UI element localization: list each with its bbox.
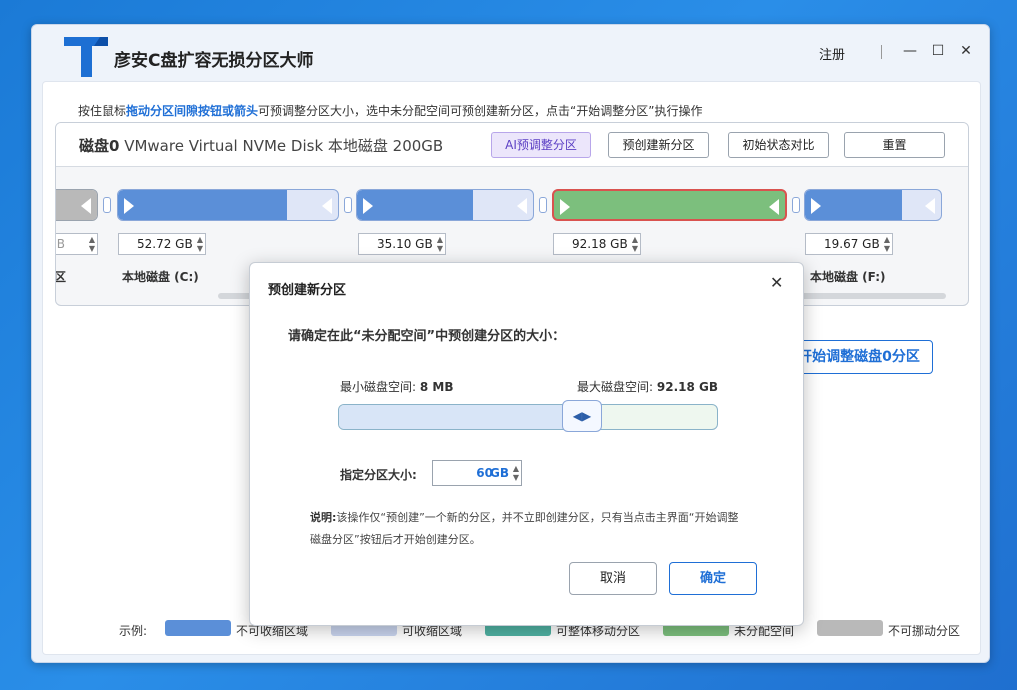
size-slider-handle[interactable]: ◀▶ — [562, 400, 602, 432]
partition-size-value: 92.18 GB — [572, 237, 628, 251]
shrink-right-arrow-icon[interactable] — [81, 198, 91, 214]
note-title: 说明: — [310, 511, 337, 524]
instruction-highlight: 拖动分区间隙按钮或箭头 — [126, 104, 259, 118]
unallocated-partition-bar[interactable] — [552, 189, 787, 221]
dialog-note: 说明:该操作仅“预创建”一个新的分区，并不立即创建分区，只有当点击主界面“开始调… — [310, 507, 740, 551]
shrink-left-arrow-icon[interactable] — [363, 198, 373, 214]
partition-fill — [118, 190, 288, 220]
ai-adjust-button[interactable]: AI预调整分区 — [491, 132, 591, 158]
min-space-caption: 最小磁盘空间: — [340, 380, 417, 394]
partition-label: 本地磁盘 (F:) — [810, 270, 886, 284]
dialog-close-icon[interactable]: ✕ — [770, 273, 783, 292]
disk-name: 磁盘0 VMware Virtual NVMe Disk 本地磁盘 200GB — [79, 135, 443, 156]
dialog-prompt: 请确定在此“未分配空间”中预创建分区的大小： — [288, 329, 566, 344]
partition-size-value: 19.67 GB — [824, 237, 880, 251]
instruction-suffix: 可预调整分区大小，选中未分配空间可预创建新分区，点击“开始调整分区”执行操作 — [258, 104, 703, 118]
size-slider-track[interactable] — [338, 404, 718, 430]
legend-swatch — [817, 620, 883, 636]
partition-size-input[interactable]: 60 GB ▲ ▼ — [432, 460, 522, 486]
partition-size-value: 0 MB — [56, 237, 66, 251]
partition-size-field[interactable]: 19.67 GB ▲ ▼ — [805, 233, 893, 255]
cancel-button[interactable]: 取消 — [569, 562, 657, 595]
partition-size-field[interactable]: 52.72 GB ▲ ▼ — [118, 233, 206, 255]
note-text: 该操作仅“预创建”一个新的分区，并不立即创建分区，只有当点击主界面“开始调整磁盘… — [310, 511, 739, 546]
partition-gap-handle[interactable] — [539, 197, 547, 213]
partition-bar[interactable] — [804, 189, 942, 221]
size-input-unit: GB — [490, 466, 509, 480]
partition-gap-handle[interactable] — [792, 197, 800, 213]
max-space-value: 92.18 GB — [656, 380, 719, 394]
close-button[interactable]: ✕ — [954, 39, 978, 63]
size-slider-fill — [339, 405, 585, 429]
legend-label: 不可挪动分区 — [888, 624, 961, 638]
shrink-left-arrow-icon[interactable] — [811, 198, 821, 214]
size-spinner-icon[interactable]: ▲ ▼ — [89, 235, 95, 253]
max-space-caption: 最大磁盘空间: — [577, 380, 654, 394]
legend-title: 示例: — [119, 624, 148, 638]
partition-size-field[interactable]: 92.18 GB ▲ ▼ — [553, 233, 641, 255]
reset-button[interactable]: 重置 — [844, 132, 945, 158]
partition-bar[interactable] — [356, 189, 534, 221]
min-space-value: 8 MB — [419, 380, 454, 394]
size-spinner-icon[interactable]: ▲ ▼ — [437, 235, 443, 253]
min-space-label: 最小磁盘空间: 8 MB — [340, 378, 454, 395]
partition-gap-handle[interactable] — [103, 197, 111, 213]
shrink-right-arrow-icon[interactable] — [322, 198, 332, 214]
slider-grip-icon: ◀▶ — [572, 409, 592, 423]
partition-size-value: 52.72 GB — [137, 237, 193, 251]
partition-label: 本地磁盘 (C:) — [122, 270, 199, 284]
precreate-partition-button[interactable]: 预创建新分区 — [608, 132, 709, 158]
shrink-left-arrow-icon[interactable] — [124, 198, 134, 214]
minimize-button[interactable]: — — [898, 39, 922, 63]
initial-compare-button[interactable]: 初始状态对比 — [728, 132, 829, 158]
partition-fill — [357, 190, 474, 220]
partition-bar[interactable] — [56, 189, 98, 221]
size-spinner-icon[interactable]: ▲ ▼ — [632, 235, 638, 253]
shrink-right-arrow-icon[interactable] — [769, 199, 779, 215]
shrink-left-arrow-icon[interactable] — [560, 199, 570, 215]
partition-size-value: 35.10 GB — [377, 237, 433, 251]
start-adjust-button[interactable]: 开始调整磁盘0分区 — [785, 340, 933, 374]
partition-size-field[interactable]: 35.10 GB ▲ ▼ — [358, 233, 446, 255]
title-bar: 彦安C盘扩容无损分区大师 注册 — ☐ ✕ — [32, 25, 989, 81]
dialog-title: 预创建新分区 — [268, 283, 347, 298]
size-spinner-icon[interactable]: ▲ ▼ — [884, 235, 890, 253]
partition-label: 区 — [55, 270, 67, 284]
instruction-prefix: 按住鼠标 — [78, 104, 127, 118]
disk-id: 磁盘0 — [79, 137, 120, 155]
max-space-label: 最大磁盘空间: 92.18 GB — [577, 378, 718, 395]
size-field-label: 指定分区大小: — [340, 468, 417, 482]
legend-swatch — [165, 620, 231, 636]
shrink-right-arrow-icon[interactable] — [925, 198, 935, 214]
partition-size-field[interactable]: 0 MB ▲▼ — [56, 233, 98, 255]
partition-fill — [554, 191, 785, 219]
size-spinner-icon[interactable]: ▲ ▼ — [513, 464, 519, 482]
size-spinner-icon[interactable]: ▲ ▼ — [197, 235, 203, 253]
maximize-button[interactable]: ☐ — [926, 39, 950, 63]
confirm-button[interactable]: 确定 — [669, 562, 757, 595]
shrink-right-arrow-icon[interactable] — [517, 198, 527, 214]
app-logo-icon — [64, 37, 108, 77]
disk-description: VMware Virtual NVMe Disk 本地磁盘 200GB — [119, 137, 444, 155]
register-link[interactable]: 注册 — [819, 44, 845, 63]
app-title: 彦安C盘扩容无损分区大师 — [114, 51, 314, 71]
titlebar-divider — [881, 45, 882, 59]
disk-header: 磁盘0 VMware Virtual NVMe Disk 本地磁盘 200GB … — [56, 123, 968, 167]
instruction-text: 按住鼠标拖动分区间隙按钮或箭头可预调整分区大小，选中未分配空间可预创建新分区，点… — [78, 102, 702, 119]
partition-gap-handle[interactable] — [344, 197, 352, 213]
precreate-dialog: 预创建新分区 ✕ 请确定在此“未分配空间”中预创建分区的大小： 最小磁盘空间: … — [249, 262, 804, 626]
partition-bar[interactable] — [117, 189, 339, 221]
